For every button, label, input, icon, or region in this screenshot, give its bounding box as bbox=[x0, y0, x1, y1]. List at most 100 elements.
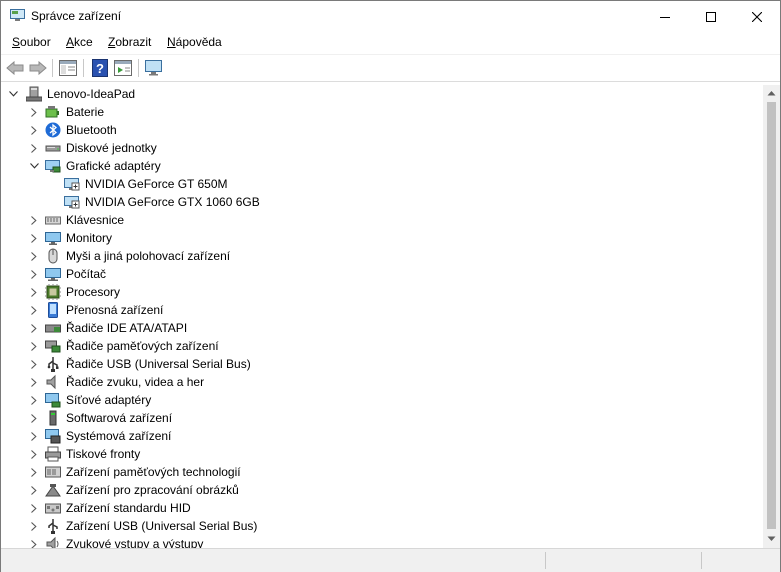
tree-category-row[interactable]: Zařízení pro zpracování obrázků bbox=[1, 481, 763, 499]
tree-category-row[interactable]: Řadiče IDE ATA/ATAPI bbox=[1, 319, 763, 337]
tree-category-row[interactable]: Grafické adaptéry bbox=[1, 157, 763, 175]
menu-view[interactable]: Zobrazit bbox=[108, 35, 151, 49]
scroll-down-arrow-icon[interactable] bbox=[767, 536, 776, 542]
chevron-right-icon[interactable] bbox=[27, 535, 41, 548]
tree-category-row[interactable]: Přenosná zařízení bbox=[1, 301, 763, 319]
audio-io-icon bbox=[46, 536, 59, 548]
scrollbar-thumb[interactable] bbox=[767, 102, 776, 529]
disk-drive-icon bbox=[45, 145, 61, 152]
tree-category-row[interactable]: Bluetooth bbox=[1, 121, 763, 139]
tree-category-row[interactable]: Zařízení standardu HID bbox=[1, 499, 763, 517]
chevron-right-icon[interactable] bbox=[27, 103, 41, 121]
properties-button[interactable] bbox=[113, 58, 133, 78]
chevron-right-icon[interactable] bbox=[27, 247, 41, 265]
menu-help[interactable]: Nápověda bbox=[167, 35, 222, 49]
monitor-icon bbox=[45, 232, 61, 245]
toolbar-separator bbox=[138, 59, 139, 77]
menu-action[interactable]: Akce bbox=[66, 35, 93, 49]
tree-device-label: NVIDIA GeForce GT 650M bbox=[85, 177, 228, 191]
chevron-right-icon[interactable] bbox=[27, 463, 41, 481]
tree-category-row[interactable]: Klávesnice bbox=[1, 211, 763, 229]
help-button[interactable]: ? bbox=[90, 58, 110, 78]
chevron-right-icon[interactable] bbox=[27, 283, 41, 301]
tree-category-row[interactable]: Monitory bbox=[1, 229, 763, 247]
minimize-icon bbox=[660, 16, 670, 18]
status-bar-separator bbox=[545, 552, 546, 569]
tree-category-label: Klávesnice bbox=[66, 213, 125, 227]
speaker-icon bbox=[46, 374, 56, 390]
tree-category-row[interactable]: Systémová zařízení bbox=[1, 427, 763, 445]
scroll-up-arrow-icon[interactable] bbox=[767, 90, 776, 96]
tree-category-label: Přenosná zařízení bbox=[66, 303, 164, 317]
tree-category-label: Řadiče paměťových zařízení bbox=[66, 339, 219, 353]
chevron-right-icon[interactable] bbox=[27, 265, 41, 283]
chevron-right-icon[interactable] bbox=[27, 337, 41, 355]
back-button[interactable] bbox=[5, 58, 25, 78]
tree-category-row[interactable]: Počítač bbox=[1, 265, 763, 283]
toolbar: ? bbox=[1, 55, 780, 82]
chevron-down-icon[interactable] bbox=[6, 85, 20, 103]
chevron-right-icon[interactable] bbox=[27, 391, 41, 409]
chevron-right-icon[interactable] bbox=[27, 139, 41, 157]
tree-category-row[interactable]: Myši a jiná polohovací zařízení bbox=[1, 247, 763, 265]
chevron-right-icon[interactable] bbox=[27, 229, 41, 247]
show-hide-console-tree-button[interactable] bbox=[58, 58, 78, 78]
tree-category-row[interactable]: Zařízení USB (Universal Serial Bus) bbox=[1, 517, 763, 535]
tree-category-row[interactable]: Procesory bbox=[1, 283, 763, 301]
device-tree[interactable]: Lenovo-IdeaPad Baterie Bluetooth Diskové j… bbox=[1, 85, 763, 548]
scan-hardware-button[interactable] bbox=[144, 58, 164, 78]
chevron-right-icon[interactable] bbox=[27, 121, 41, 139]
tree-category-row[interactable]: Softwarová zařízení bbox=[1, 409, 763, 427]
gpu-device-icon bbox=[64, 196, 80, 209]
minimize-button[interactable] bbox=[642, 1, 688, 32]
tree-category-label: Softwarová zařízení bbox=[66, 411, 173, 425]
tree-category-row[interactable]: Baterie bbox=[1, 103, 763, 121]
computer-icon bbox=[45, 268, 61, 281]
tree-category-row[interactable]: Tiskové fronty bbox=[1, 445, 763, 463]
tree-device-row[interactable]: NVIDIA GeForce GTX 1060 6GB bbox=[1, 193, 763, 211]
tree-device-row[interactable]: NVIDIA GeForce GT 650M bbox=[1, 175, 763, 193]
menu-file[interactable]: Soubor bbox=[12, 35, 51, 49]
chevron-down-icon[interactable] bbox=[27, 157, 41, 175]
forward-button[interactable] bbox=[28, 58, 48, 78]
tree-category-label: Zařízení standardu HID bbox=[66, 501, 191, 515]
chevron-right-icon[interactable] bbox=[27, 445, 41, 463]
chevron-right-icon[interactable] bbox=[27, 373, 41, 391]
tree-root-row[interactable]: Lenovo-IdeaPad bbox=[1, 85, 763, 103]
keyboard-icon bbox=[45, 216, 61, 225]
console-tree-icon bbox=[59, 60, 77, 76]
tree-category-row[interactable]: Řadiče zvuku, videa a her bbox=[1, 373, 763, 391]
status-bar bbox=[1, 548, 780, 572]
close-button[interactable] bbox=[734, 1, 780, 32]
chevron-right-icon[interactable] bbox=[27, 355, 41, 373]
vertical-scrollbar[interactable] bbox=[763, 85, 780, 548]
tree-category-label: Zařízení pro zpracování obrázků bbox=[66, 483, 239, 497]
tree-category-row[interactable]: Zvukové vstupy a výstupy bbox=[1, 535, 763, 548]
chevron-right-icon[interactable] bbox=[27, 319, 41, 337]
tree-category-row[interactable]: Síťové adaptéry bbox=[1, 391, 763, 409]
tree-category-row[interactable]: Diskové jednotky bbox=[1, 139, 763, 157]
tree-category-row[interactable]: Zařízení paměťových technologií bbox=[1, 463, 763, 481]
chevron-right-icon[interactable] bbox=[27, 481, 41, 499]
computer-icon bbox=[26, 86, 42, 102]
tree-category-row[interactable]: Řadiče USB (Universal Serial Bus) bbox=[1, 355, 763, 373]
forward-arrow-icon bbox=[29, 61, 47, 75]
maximize-icon bbox=[706, 11, 716, 22]
maximize-button[interactable] bbox=[688, 1, 734, 32]
chevron-right-icon[interactable] bbox=[27, 301, 41, 319]
chevron-right-icon[interactable] bbox=[27, 427, 41, 445]
bluetooth-icon bbox=[45, 122, 61, 138]
title-bar[interactable]: Správce zařízení bbox=[1, 1, 780, 32]
chevron-right-icon[interactable] bbox=[27, 211, 41, 229]
tree-category-label: Systémová zařízení bbox=[66, 429, 172, 443]
chevron-right-icon[interactable] bbox=[27, 409, 41, 427]
tree-category-row[interactable]: Řadiče paměťových zařízení bbox=[1, 337, 763, 355]
chevron-right-icon[interactable] bbox=[27, 499, 41, 517]
help-book-icon: ? bbox=[92, 59, 108, 77]
network-adapter-icon bbox=[45, 393, 61, 408]
chevron-right-icon[interactable] bbox=[27, 517, 41, 535]
menu-bar: Soubor Akce Zobrazit Nápověda bbox=[1, 32, 780, 55]
toolbar-separator bbox=[52, 59, 53, 77]
tree-category-label: Řadiče IDE ATA/ATAPI bbox=[66, 321, 188, 335]
tree-category-label: Počítač bbox=[66, 267, 107, 281]
